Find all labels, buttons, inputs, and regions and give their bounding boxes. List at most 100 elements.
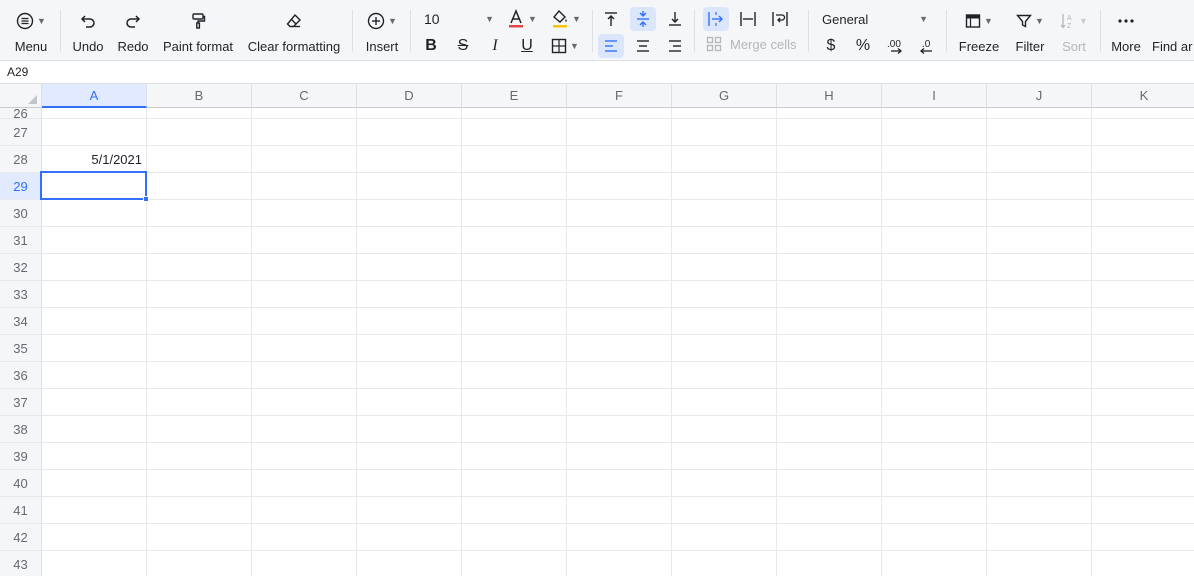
- column-header-f[interactable]: F: [567, 84, 672, 108]
- align-middle-button[interactable]: [630, 7, 656, 31]
- filter-button[interactable]: ▼ Filter: [1010, 0, 1050, 54]
- freeze-button[interactable]: ▼ Freeze: [956, 0, 1002, 54]
- gridline: [42, 496, 1194, 497]
- selected-cell-outline[interactable]: [40, 171, 149, 202]
- more-label: More: [1111, 39, 1141, 54]
- strikethrough-button[interactable]: S: [450, 34, 476, 58]
- currency-format-button[interactable]: $: [818, 34, 844, 58]
- more-button[interactable]: More: [1108, 0, 1144, 54]
- row-header-36[interactable]: 36: [0, 362, 42, 389]
- font-color-button[interactable]: ▼: [504, 7, 540, 31]
- borders-icon: [551, 38, 567, 54]
- svg-text:A: A: [1067, 15, 1072, 22]
- insert-button[interactable]: ▼ Insert: [360, 0, 404, 54]
- merge-cells-icon: [706, 36, 722, 52]
- gridline: [42, 172, 1194, 173]
- chevron-down-icon: ▼: [1079, 16, 1088, 26]
- clear-formatting-button[interactable]: Clear formatting: [244, 0, 344, 54]
- column-header-c[interactable]: C: [252, 84, 357, 108]
- column-header-a[interactable]: A: [42, 84, 147, 108]
- paint-format-label: Paint format: [162, 39, 234, 54]
- sort-button[interactable]: AZ ▼ Sort: [1056, 0, 1092, 54]
- undo-icon: [79, 9, 97, 33]
- row-header-28[interactable]: 28: [0, 146, 42, 173]
- undo-button[interactable]: Undo: [68, 0, 108, 54]
- borders-button[interactable]: ▼: [546, 34, 584, 58]
- gridline: [461, 108, 462, 576]
- insert-label: Insert: [365, 39, 399, 54]
- row-header-39[interactable]: 39: [0, 443, 42, 470]
- text-overflow-icon: [708, 12, 723, 26]
- redo-button[interactable]: Redo: [114, 0, 152, 54]
- cell-reference-box[interactable]: A29: [0, 61, 42, 83]
- cell-area[interactable]: 5/1/2021: [40, 108, 1194, 576]
- column-header-i[interactable]: I: [882, 84, 987, 108]
- find-button[interactable]: Find ar: [1152, 0, 1194, 54]
- italic-button[interactable]: I: [482, 34, 508, 58]
- row-header-42[interactable]: 42: [0, 524, 42, 551]
- fill-color-button[interactable]: ▼: [548, 7, 584, 31]
- formula-bar: A29: [0, 61, 1194, 84]
- column-header-d[interactable]: D: [357, 84, 462, 108]
- wrap-text-button[interactable]: [767, 7, 793, 31]
- row-header-partial[interactable]: 26: [0, 108, 42, 119]
- increase-decimal-button[interactable]: .00: [882, 34, 908, 58]
- underline-button[interactable]: U: [514, 34, 540, 58]
- paint-format-button[interactable]: Paint format: [160, 0, 236, 54]
- column-header-e[interactable]: E: [462, 84, 567, 108]
- align-center-button[interactable]: [630, 34, 656, 58]
- align-right-button[interactable]: [662, 34, 688, 58]
- decrease-decimal-button[interactable]: .0: [914, 34, 940, 58]
- align-top-button[interactable]: [598, 7, 624, 31]
- fill-handle[interactable]: [143, 196, 149, 202]
- gridline: [42, 253, 1194, 254]
- strikethrough-icon: S: [457, 37, 469, 54]
- percent-format-button[interactable]: %: [850, 34, 876, 58]
- row-header-32[interactable]: 32: [0, 254, 42, 281]
- column-header-j[interactable]: J: [987, 84, 1092, 108]
- spreadsheet-grid: ABCDEFGHIJK 26 27 28 29 30 31 32 33 34 35 36 37 38 39…: [0, 84, 1194, 576]
- number-format-value: General: [822, 11, 869, 27]
- gridline: [881, 108, 882, 576]
- row-header-34[interactable]: 34: [0, 308, 42, 335]
- font-size-select[interactable]: 10 ▼: [418, 8, 500, 30]
- row-header-29[interactable]: 29: [0, 173, 42, 200]
- row-header-37[interactable]: 37: [0, 389, 42, 416]
- align-bottom-button[interactable]: [662, 7, 688, 31]
- row-header-40[interactable]: 40: [0, 470, 42, 497]
- row-header-38[interactable]: 38: [0, 416, 42, 443]
- row-header-30[interactable]: 30: [0, 200, 42, 227]
- row-header-41[interactable]: 41: [0, 497, 42, 524]
- more-horizontal-icon: [1117, 9, 1135, 33]
- font-color-icon: [509, 9, 524, 28]
- menu-icon: ▼: [16, 9, 46, 33]
- row-header-27[interactable]: 27: [0, 119, 42, 146]
- wrap-clip-button[interactable]: [735, 7, 761, 31]
- menu-button[interactable]: ▼ Menu: [10, 0, 52, 54]
- column-header-h[interactable]: H: [777, 84, 882, 108]
- row-header-35[interactable]: 35: [0, 335, 42, 362]
- redo-label: Redo: [117, 39, 149, 54]
- eraser-icon: [285, 9, 303, 33]
- row-header-31[interactable]: 31: [0, 227, 42, 254]
- bold-button[interactable]: B: [418, 34, 444, 58]
- menu-label: Menu: [14, 39, 48, 54]
- chevron-down-icon: ▼: [572, 14, 581, 24]
- find-icon-area: [1152, 9, 1194, 33]
- merge-cells-button[interactable]: Merge cells: [706, 36, 796, 52]
- column-header-k[interactable]: K: [1092, 84, 1194, 108]
- chevron-down-icon: ▼: [37, 16, 46, 26]
- column-header-b[interactable]: B: [147, 84, 252, 108]
- select-all-corner[interactable]: [0, 84, 42, 108]
- column-header-g[interactable]: G: [672, 84, 777, 108]
- gridline: [42, 226, 1194, 227]
- decrease-decimal-icon: .0: [919, 39, 932, 54]
- gridline: [42, 550, 1194, 551]
- toolbar-divider: [352, 10, 353, 52]
- number-format-select[interactable]: General ▼: [816, 8, 934, 30]
- align-left-button[interactable]: [598, 34, 624, 58]
- wrap-overflow-button[interactable]: [703, 7, 729, 31]
- row-header-33[interactable]: 33: [0, 281, 42, 308]
- row-header-43[interactable]: 43: [0, 551, 42, 576]
- cell-a28[interactable]: 5/1/2021: [42, 146, 142, 173]
